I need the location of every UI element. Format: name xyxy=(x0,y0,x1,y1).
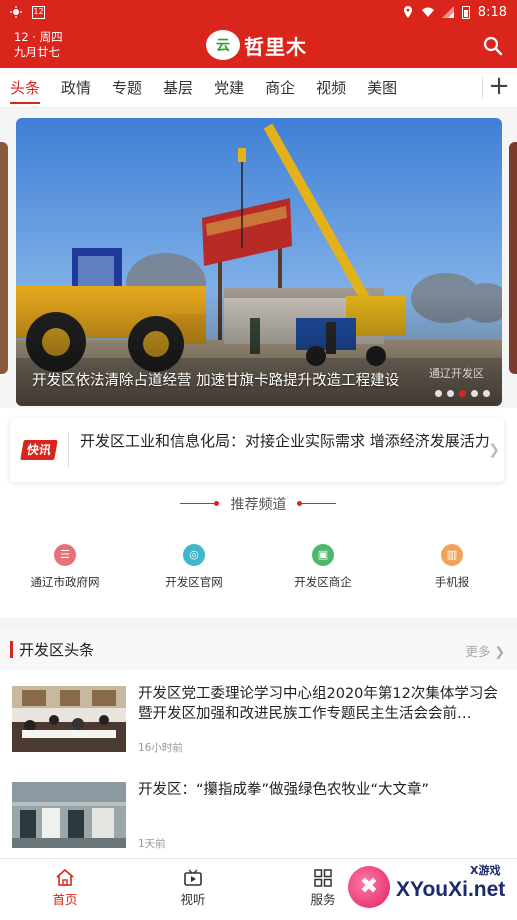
carousel-dot[interactable] xyxy=(447,390,454,397)
channel-label: 手机报 xyxy=(434,575,470,589)
carousel-dots xyxy=(435,390,490,397)
home-icon xyxy=(56,869,74,886)
battery-icon xyxy=(461,5,470,19)
tab-shangqi[interactable]: 商企 xyxy=(265,69,295,106)
add-channel-icon[interactable]: + xyxy=(487,73,511,100)
carousel-dot[interactable] xyxy=(435,390,442,397)
date-lunar: 九月廿七 xyxy=(14,45,60,59)
app-title: 哲里木 xyxy=(244,34,307,59)
flash-badge: 快讯 xyxy=(20,440,58,460)
date-weekday: 12 · 周四 xyxy=(14,30,63,44)
channel-dev-zone-site[interactable]: ◎ 开发区官网 xyxy=(139,544,249,590)
banner-carousel: 开发区依法清除占道经营 加速甘旗卡路提升改造工程建设 通辽开发区 xyxy=(0,108,517,408)
nav-media[interactable]: 视听 xyxy=(158,869,228,908)
video-icon xyxy=(184,869,202,886)
channel-label: 通辽市政府网 xyxy=(30,575,100,589)
book-icon: ▥ xyxy=(441,544,463,566)
news-thumbnail xyxy=(12,782,126,848)
flash-divider xyxy=(68,432,69,468)
banner-photo xyxy=(16,118,502,406)
site-watermark-logo: ✖ XYouXi.net X游戏 xyxy=(348,862,512,914)
carousel-dot[interactable] xyxy=(471,390,478,397)
signal-icon xyxy=(441,6,454,18)
news-time: 16小时前 xyxy=(138,742,183,754)
news-title: 开发区党工委理论学习中心组2020年第12次集体学习会暨开发区加强和改进民族工作… xyxy=(138,686,498,722)
app-header: 12 · 周四 九月廿七 云 哲里木 xyxy=(0,24,517,68)
divider-line xyxy=(298,503,336,504)
section-accent-bar xyxy=(10,641,13,658)
tab-meitu[interactable]: 美图 xyxy=(367,69,397,106)
sun-icon xyxy=(10,6,22,18)
chevron-right-icon: ❯ xyxy=(488,442,500,458)
search-icon[interactable] xyxy=(483,36,503,56)
channel-label: 开发区官网 xyxy=(165,575,223,589)
tab-shipin[interactable]: 视频 xyxy=(316,69,346,106)
tab-zhuanti[interactable]: 专题 xyxy=(112,69,142,106)
business-icon: ▣ xyxy=(312,544,334,566)
channel-tabs: 头条 政情 专题 基层 党建 商企 视频 美图 + xyxy=(0,68,517,108)
flash-news-text: 开发区工业和信息化局：对接企业实际需求 增添经济发展活力 xyxy=(80,432,490,450)
flash-news-card[interactable]: 快讯 开发区工业和信息化局：对接企业实际需求 增添经济发展活力 ❯ xyxy=(10,418,504,482)
section-spacer xyxy=(0,618,517,628)
more-label: 更多 xyxy=(465,644,491,659)
nav-label: 首页 xyxy=(52,892,78,907)
recommend-channels: ☰ 通辽市政府网 ◎ 开发区官网 ▣ 开发区商企 ▥ 手机报 xyxy=(0,544,517,604)
banner-slide[interactable]: 开发区依法清除占道经营 加速甘旗卡路提升改造工程建设 通辽开发区 xyxy=(16,118,502,406)
logo-mark: 云 xyxy=(206,30,240,60)
grid-icon xyxy=(314,869,332,887)
nav-label: 服务 xyxy=(310,892,336,907)
banner-caption: 开发区依法清除占道经营 加速甘旗卡路提升改造工程建设 xyxy=(32,373,400,389)
status-bar: 12 8:18 xyxy=(0,0,517,24)
news-item[interactable]: 开发区党工委理论学习中心组2020年第12次集体学习会暨开发区加强和改进民族工作… xyxy=(0,686,517,776)
wifi-icon xyxy=(421,7,434,17)
news-thumbnail xyxy=(12,686,126,752)
carousel-dot[interactable] xyxy=(483,390,490,397)
channel-dev-zone-business[interactable]: ▣ 开发区商企 xyxy=(268,544,378,590)
tab-jiceng[interactable]: 基层 xyxy=(163,69,193,106)
watermark-text: XYouXi.net xyxy=(396,878,506,901)
status-time: 8:18 xyxy=(477,4,507,20)
tab-toutiao[interactable]: 头条 xyxy=(10,69,41,106)
app-logo: 云 哲里木 xyxy=(206,30,307,60)
tab-dangjian[interactable]: 党建 xyxy=(214,69,244,106)
section-header: 开发区头条 更多 ❯ xyxy=(0,628,517,670)
news-title: 开发区：“攥指成拳”做强绿色农牧业“大文章” xyxy=(138,782,430,798)
recommend-title: 推荐频道 xyxy=(230,497,287,513)
channel-mobile-paper[interactable]: ▥ 手机报 xyxy=(397,544,507,590)
tabs-divider xyxy=(482,78,483,98)
banner-next-peek[interactable] xyxy=(509,142,517,374)
location-icon xyxy=(403,6,412,18)
section-title: 开发区头条 xyxy=(19,641,95,659)
nav-label: 视听 xyxy=(180,892,206,907)
tab-zhengqing[interactable]: 政情 xyxy=(61,69,91,106)
channel-label: 开发区商企 xyxy=(294,575,352,589)
banner-prev-peek[interactable] xyxy=(0,142,8,374)
header-date: 12 · 周四 九月廿七 xyxy=(14,30,63,60)
government-icon: ☰ xyxy=(54,544,76,566)
watermark-small: X游戏 xyxy=(470,864,501,877)
notification-badge: 12 xyxy=(32,5,45,19)
nav-home[interactable]: 首页 xyxy=(30,869,100,908)
gamepad-icon: ✖ xyxy=(348,866,390,908)
carousel-dot-active[interactable] xyxy=(459,390,466,397)
globe-icon: ◎ xyxy=(183,544,205,566)
channel-tongliao-gov[interactable]: ☰ 通辽市政府网 xyxy=(10,544,120,590)
more-link[interactable]: 更多 ❯ xyxy=(466,641,505,660)
banner-watermark: 通辽开发区 xyxy=(429,367,484,380)
news-time: 1天前 xyxy=(138,838,166,850)
